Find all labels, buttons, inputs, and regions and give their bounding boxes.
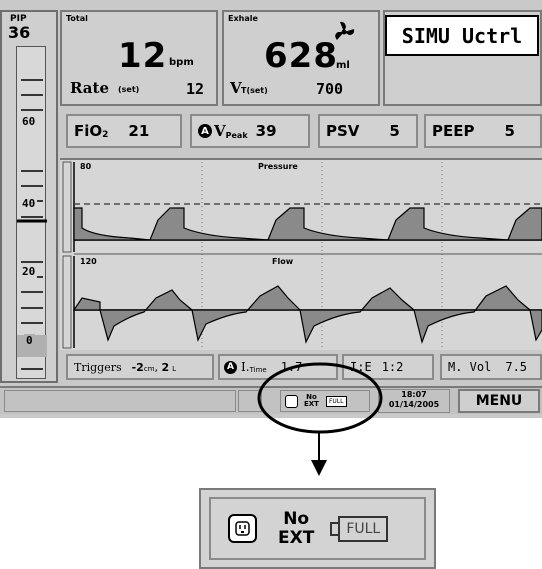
rate-value: 12 [186,80,205,98]
clock-date: 01/14/2005 [388,400,440,409]
itime-label: I. [241,360,250,374]
vpeak-value: 39 [255,122,277,140]
zoom-power-line1: No [283,508,310,529]
clock: 18:07 01/14/2005 [378,389,450,413]
vpeak-sub: Peak [225,130,248,140]
total-panel: Total 12 bpm Rate (set) 12 [60,10,218,106]
vpeak-label: V [214,122,226,140]
lock-icon: A [198,124,212,138]
zoom-battery-label: FULL [338,515,389,542]
power-text-line2: EXT [304,400,319,408]
triggers-setting[interactable]: Triggers -2 cm , 2 L [66,354,214,380]
pressure-label: Pressure [258,162,298,171]
fio2-value: 21 [128,122,150,140]
exhale-panel: Exhale 628 ml V T(set) 700 [222,10,380,106]
waveform-area [60,158,542,350]
total-value: 12 [118,36,168,76]
flow-wave [72,285,542,345]
total-unit: bpm [169,57,194,68]
vt-value: 700 [316,80,344,98]
zoom-inset: No EXT FULL [199,488,436,569]
itime-setting[interactable]: A I. Time 1.7 [218,354,338,380]
vt-sub: T(set) [241,86,268,95]
clock-time: 18:07 [401,390,427,399]
status-empty-cell [4,390,236,412]
triggers-unit2: L [172,365,177,373]
vpeak-setting[interactable]: A V Peak 39 [190,114,310,148]
zoom-power-text: No EXT [278,508,315,548]
ie-setting[interactable]: I:E 1:2 [342,354,434,380]
menu-button[interactable]: MENU [458,389,540,413]
battery-icon: FULL [325,395,347,407]
pressure-scale: 80 [80,162,92,171]
fio2-label: FiO [74,122,103,140]
power-status: No EXT FULL [280,390,370,412]
zoom-power-plug-icon [228,514,257,543]
pip-tick-0: 0 [24,334,35,347]
peep-label: PEEP [432,122,475,140]
pip-tick-40: 40 [20,197,38,210]
peep-setting[interactable]: PEEP 5 [424,114,542,148]
exhale-value: 628 [264,36,338,76]
triggers-value: -2 [131,360,144,374]
zoom-inner: No EXT FULL [209,497,426,560]
psv-value: 5 [389,122,400,140]
zoom-battery-terminal [330,521,339,536]
pip-gauge: PIP 36 60 40 20 0 [0,10,58,383]
flow-label: Flow [272,257,294,266]
power-text: No EXT [304,394,319,408]
psv-setting[interactable]: PSV 5 [318,114,418,148]
mvol-setting[interactable]: M. Vol 7.5 [440,354,542,380]
status-cell-2 [238,390,262,412]
pip-scale-ticks [17,79,47,370]
mode-button[interactable]: SIMU Uctrl [385,15,539,56]
triggers-sep: , [154,360,162,374]
itime-lock-icon: A [224,360,237,374]
psv-label: PSV [326,122,360,140]
ie-label: I:E [350,360,372,374]
pip-scale [16,46,47,379]
total-label: Total [66,14,88,23]
mvol-label: M. Vol [448,360,492,374]
mvol-value: 7.5 [505,360,528,374]
outlet-icon [235,521,250,536]
triggers-label: Triggers [74,360,122,374]
ie-value: 1:2 [381,360,404,374]
pip-value: 36 [8,23,31,42]
pressure-wave [73,207,542,241]
vt-label: V [230,79,242,97]
ventilator-screen: PIP 36 60 40 20 0 Total 12 bpm Rate (set… [0,0,542,418]
peep-value: 5 [504,122,515,140]
zoom-power-line2: EXT [278,527,315,548]
triggers-value2: 2 [161,360,170,374]
itime-sub: Time [249,366,267,374]
fio2-sub: 2 [102,130,109,140]
pip-tick-20: 20 [20,265,38,278]
power-plug-icon [285,394,298,408]
flow-scale: 120 [80,257,97,266]
itime-value: 1.7 [280,360,303,374]
triggers-unit: cm [143,365,155,373]
exhale-label: Exhale [228,14,258,23]
zoom-battery-icon: FULL [330,515,389,542]
fio2-setting[interactable]: FiO 2 21 [66,114,182,148]
rate-label: Rate [70,79,110,97]
exhale-unit: ml [336,60,350,71]
rate-suffix: (set) [118,85,140,94]
pip-tick-60: 60 [20,115,38,128]
waveform-graph [62,161,542,349]
